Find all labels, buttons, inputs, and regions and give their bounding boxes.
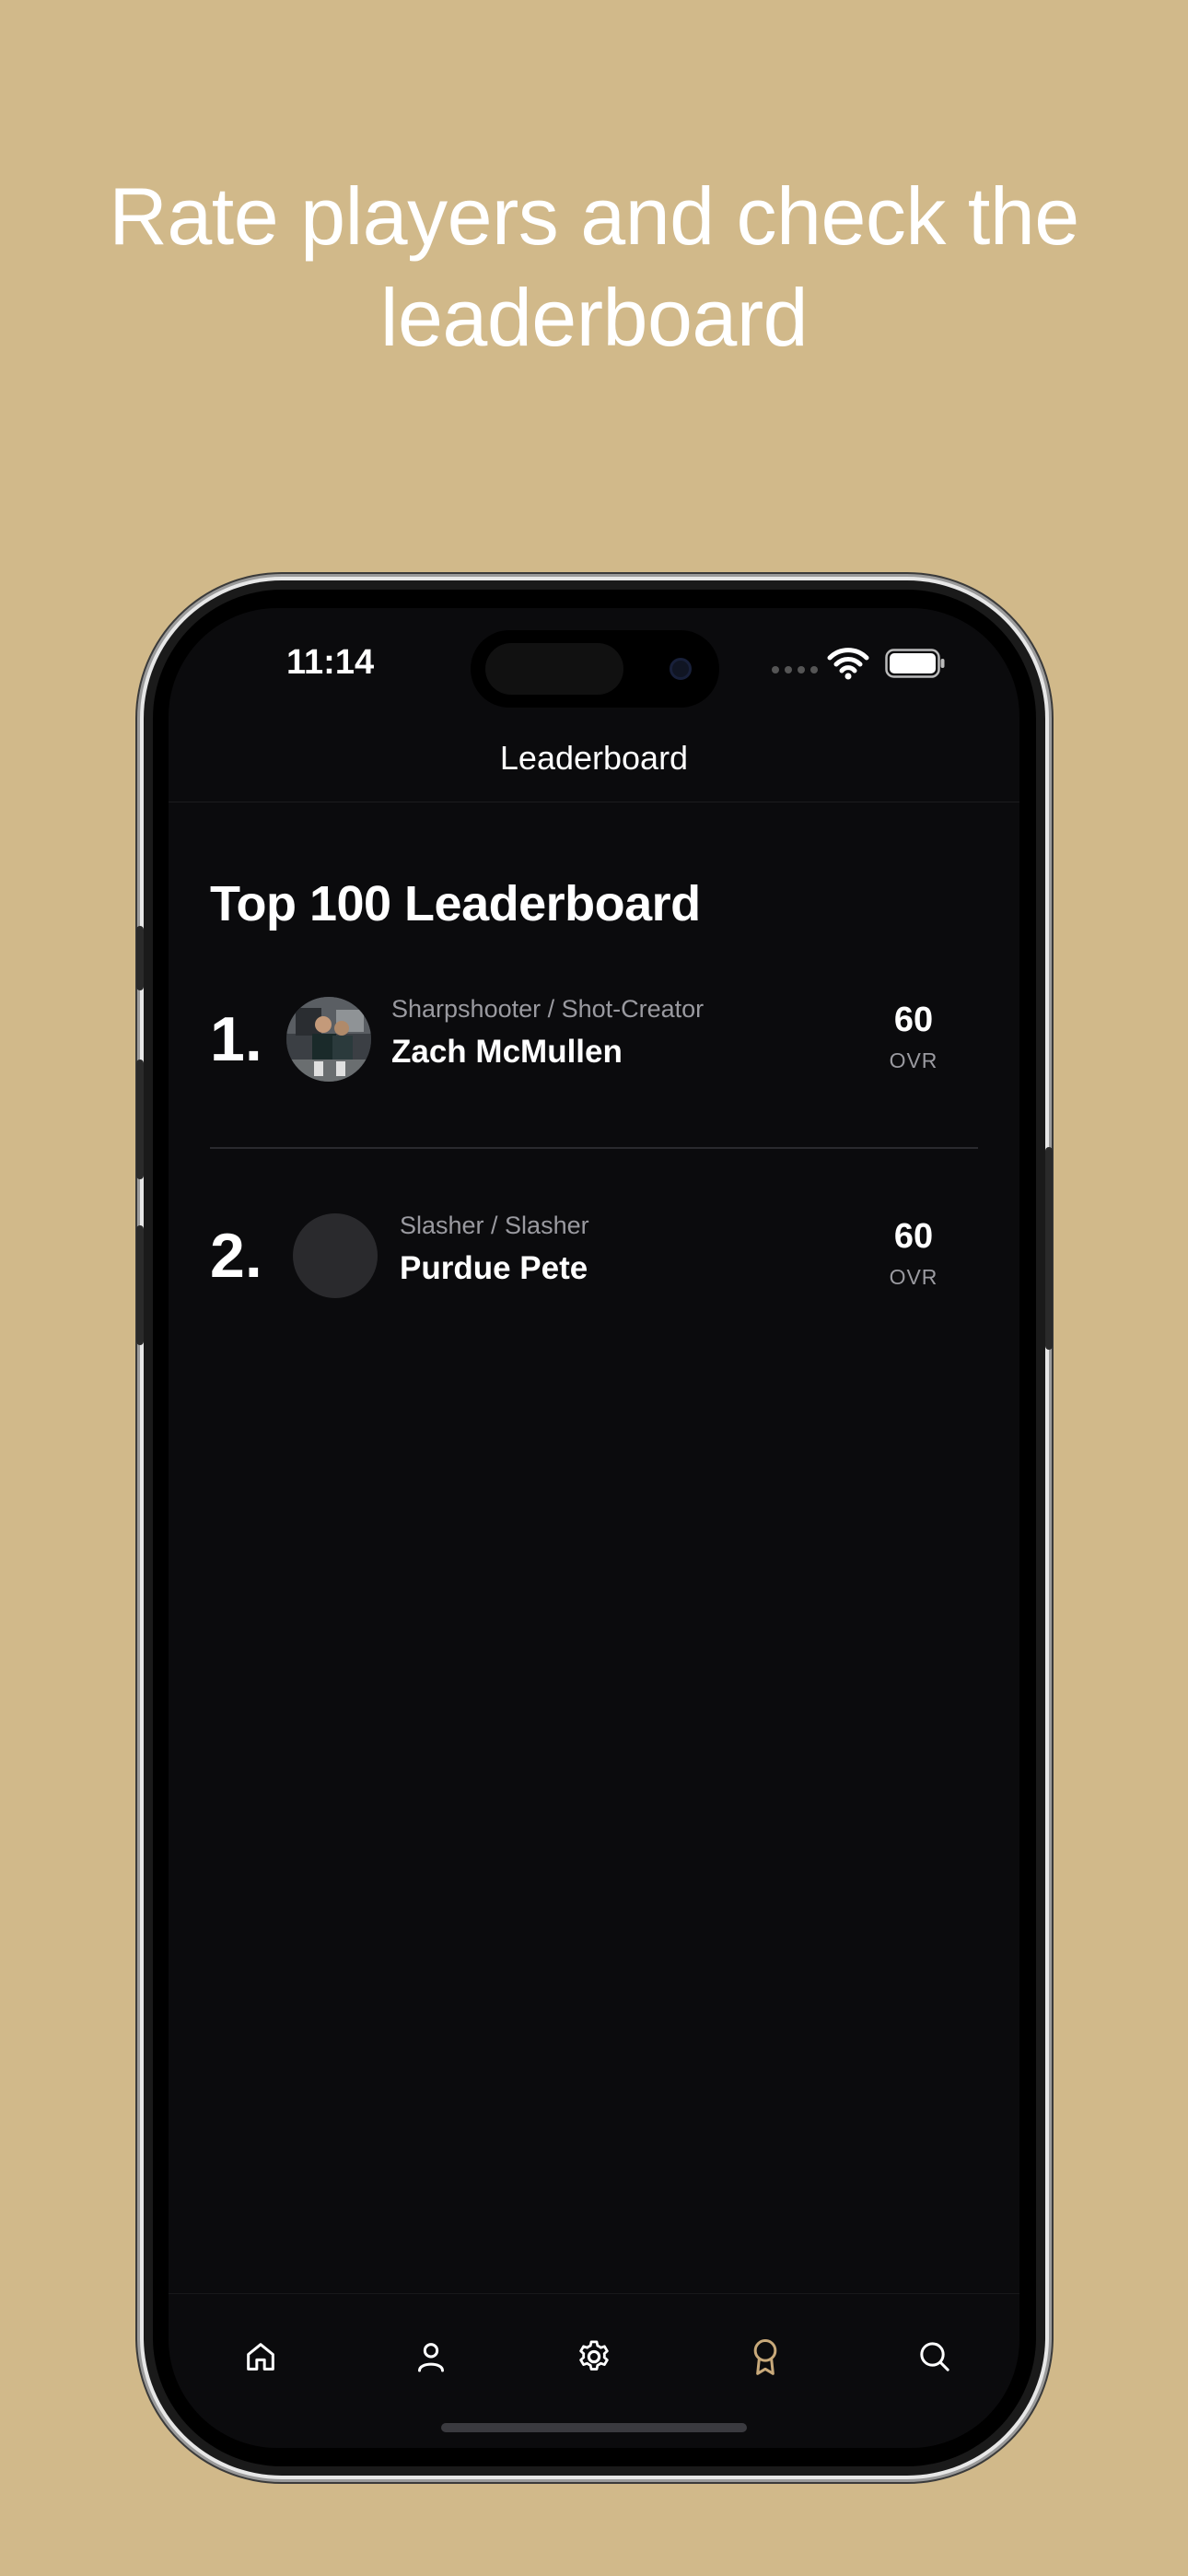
cellular-signal-icon	[772, 666, 818, 673]
tab-profile[interactable]	[398, 2324, 464, 2390]
rank-number: 1.	[210, 1004, 262, 1074]
dynamic-island	[471, 630, 719, 708]
score-label: OVR	[889, 1265, 938, 1289]
row-divider	[210, 1147, 978, 1149]
volume-up-button	[136, 1060, 144, 1179]
player-name: Purdue Pete	[400, 1250, 588, 1286]
tab-leaderboard[interactable]	[732, 2324, 798, 2390]
avatar-placeholder	[293, 1213, 378, 1298]
tab-search[interactable]	[902, 2324, 968, 2390]
player-score: 60	[893, 1217, 934, 1256]
headline-line-1: Rate players and check the	[109, 170, 1079, 262]
avatar	[286, 997, 371, 1082]
person-icon	[418, 2343, 444, 2372]
score-label: OVR	[889, 1048, 938, 1072]
leaderboard-row[interactable]: 1. Sharpshooter / Shot-Creator Zach McMu…	[210, 993, 978, 1085]
power-button	[1045, 1147, 1053, 1350]
player-position: Slasher / Slasher	[400, 1212, 589, 1239]
action-button	[136, 926, 144, 990]
volume-down-button	[136, 1225, 144, 1345]
status-time: 11:14	[286, 643, 375, 682]
front-camera	[670, 658, 692, 680]
tab-settings[interactable]	[561, 2324, 627, 2390]
leaderboard-row[interactable]: 2. Slasher / Slasher Purdue Pete 60 OVR	[210, 1210, 978, 1302]
phone-screen: 11:14 Leaderboard Top 100 Leaderboard 1.	[169, 608, 1019, 2448]
headline: Rate players and check the leaderboard	[0, 166, 1188, 369]
rank-number: 2.	[210, 1221, 262, 1291]
battery-icon	[885, 649, 945, 678]
player-photo-icon	[286, 997, 371, 1082]
section-title: Top 100 Leaderboard	[210, 876, 701, 931]
player-score: 60	[893, 1001, 934, 1039]
tabbar-divider	[169, 2293, 1019, 2294]
home-indicator[interactable]	[441, 2423, 747, 2432]
headline-line-2: leaderboard	[379, 272, 809, 363]
home-icon	[247, 2343, 274, 2371]
wifi-icon	[827, 648, 869, 680]
player-name: Zach McMullen	[391, 1034, 623, 1070]
marketing-page: Rate players and check the leaderboard 1…	[0, 0, 1188, 2576]
gear-icon	[579, 2340, 609, 2371]
tab-home[interactable]	[227, 2324, 294, 2390]
nav-title: Leaderboard	[499, 739, 689, 777]
award-icon	[753, 2339, 777, 2375]
player-position: Sharpshooter / Shot-Creator	[391, 995, 705, 1023]
search-icon	[920, 2342, 949, 2371]
island-sensor	[485, 643, 623, 695]
